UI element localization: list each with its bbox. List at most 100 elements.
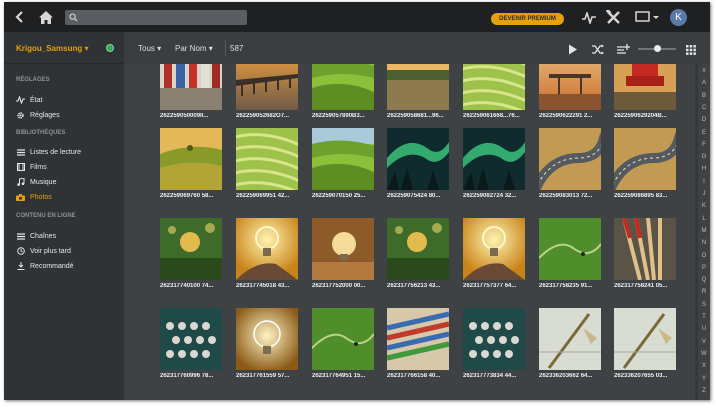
photo-thumbnail[interactable] [614, 64, 676, 110]
alphabet-letter[interactable]: S [700, 302, 708, 308]
photo-thumbnail[interactable] [312, 308, 374, 370]
photo-thumbnail[interactable] [312, 128, 374, 190]
photo-tile[interactable]: 262259069760 58... [160, 128, 222, 199]
alphabet-letter[interactable]: R [700, 289, 708, 295]
sidebar-item-etat[interactable]: État [16, 94, 116, 106]
photo-thumbnail[interactable] [236, 64, 298, 110]
photo-thumbnail[interactable] [614, 218, 676, 280]
photo-tile[interactable]: 2622590622291 2... [539, 64, 601, 119]
sidebar-item-playlists[interactable]: Listes de lecture [16, 146, 116, 158]
photo-thumbnail[interactable] [160, 218, 222, 280]
alphabet-letter[interactable]: P [700, 265, 708, 271]
alphabet-letter[interactable]: X [700, 363, 708, 369]
alphabet-letter[interactable]: W [700, 351, 708, 357]
photo-thumbnail[interactable] [614, 128, 676, 190]
photo-thumbnail[interactable] [539, 64, 601, 110]
photo-tile[interactable]: 262317764951 15... [312, 308, 374, 379]
cast-icon[interactable] [634, 10, 660, 24]
photo-tile[interactable]: 262259061668...76... [463, 64, 525, 119]
alphabet-letter[interactable]: C [700, 105, 708, 111]
settings-tools-icon[interactable] [605, 9, 621, 25]
photo-thumbnail[interactable] [463, 308, 525, 370]
photo-thumbnail[interactable] [539, 218, 601, 280]
alphabet-letter[interactable]: E [700, 130, 708, 136]
alphabet-letter[interactable]: M [700, 228, 708, 234]
filter-dropdown[interactable]: Tous ▾ [138, 44, 161, 53]
alphabet-letter[interactable]: H [700, 166, 708, 172]
photo-thumbnail[interactable] [387, 308, 449, 370]
photo-thumbnail[interactable] [236, 218, 298, 280]
photo-tile[interactable]: 262317757377 64... [463, 218, 525, 289]
photo-tile[interactable]: 262336203662 64... [539, 308, 601, 379]
photo-thumbnail[interactable] [463, 128, 525, 190]
alphabet-letter[interactable]: N [700, 240, 708, 246]
alphabet-letter[interactable]: F [700, 142, 708, 148]
photo-thumbnail[interactable] [387, 218, 449, 280]
search-input[interactable] [81, 10, 241, 25]
alphabet-letter[interactable]: B [700, 93, 708, 99]
photo-thumbnail[interactable] [539, 128, 601, 190]
photo-tile[interactable]: 262259069951 42... [236, 128, 298, 199]
photo-thumbnail[interactable] [463, 218, 525, 280]
photo-thumbnail[interactable] [387, 64, 449, 110]
photo-tile[interactable]: 262259083013 72... [539, 128, 601, 199]
sidebar-item-recommended[interactable]: Recommandé [16, 260, 116, 272]
photo-thumbnail[interactable] [614, 308, 676, 370]
alphabet-letter[interactable]: G [700, 154, 708, 160]
photo-thumbnail[interactable] [160, 64, 222, 110]
sidebar-item-watch-later[interactable]: Voir plus tard [16, 245, 116, 257]
alphabet-letter[interactable]: U [700, 326, 708, 332]
sidebar-item-films[interactable]: Films [16, 161, 116, 173]
server-selector[interactable]: Krigou_Samsung ▾ [4, 32, 124, 64]
photo-tile[interactable]: 262259075424 80... [387, 128, 449, 199]
photo-tile[interactable]: 262259070150 25... [312, 128, 374, 199]
sort-dropdown[interactable]: Par Nom ▾ [175, 44, 213, 53]
alphabet-letter[interactable]: I [700, 179, 708, 185]
photo-tile[interactable]: 262317758235 91... [539, 218, 601, 289]
photo-tile[interactable]: 262317752000 00... [312, 218, 374, 289]
photo-tile[interactable]: 262317761559 57... [236, 308, 298, 379]
sidebar-item-musique[interactable]: Musique [16, 176, 116, 188]
photo-tile[interactable]: 262317745018 43... [236, 218, 298, 289]
photo-tile[interactable]: 2622590629204B... [614, 64, 676, 119]
alphabet-letter[interactable]: T [700, 314, 708, 320]
photo-tile[interactable]: 262259057890B3... [312, 64, 374, 119]
alphabet-letter[interactable]: Z [700, 388, 708, 394]
photo-tile[interactable]: 262317766158 40... [387, 308, 449, 379]
premium-button[interactable]: DEVENIR PREMIUM [491, 13, 564, 25]
alphabet-letter[interactable]: D [700, 117, 708, 123]
search-bar[interactable] [65, 10, 247, 25]
shuffle-icon[interactable] [592, 42, 604, 60]
photo-tile[interactable]: 262259058681...96... [387, 64, 449, 119]
alphabet-letter[interactable]: K [700, 203, 708, 209]
sidebar-item-photos[interactable]: Photos [16, 191, 116, 203]
photo-tile[interactable]: 262336207655 03... [614, 308, 676, 379]
alphabet-letter[interactable]: V [700, 339, 708, 345]
play-icon[interactable] [568, 42, 578, 60]
alphabet-letter[interactable]: # [700, 68, 708, 74]
photo-thumbnail[interactable] [160, 308, 222, 370]
photo-tile[interactable]: 262317756213 43... [387, 218, 449, 289]
photo-tile[interactable]: 262259052682O7... [236, 64, 298, 119]
photo-thumbnail[interactable] [236, 308, 298, 370]
scrollbar[interactable] [695, 64, 698, 400]
alphabet-letter[interactable]: A [700, 80, 708, 86]
alphabet-letter[interactable]: J [700, 191, 708, 197]
photo-thumbnail[interactable] [463, 64, 525, 110]
avatar[interactable]: K [670, 9, 687, 26]
photo-thumbnail[interactable] [236, 128, 298, 190]
photo-thumbnail[interactable] [160, 128, 222, 190]
playlist-add-icon[interactable] [617, 42, 630, 60]
photo-thumbnail[interactable] [387, 128, 449, 190]
back-arrow-icon[interactable] [13, 10, 27, 24]
alphabet-letter[interactable]: Q [700, 277, 708, 283]
photo-tile[interactable]: 262259086895 83... [614, 128, 676, 199]
server-name[interactable]: Krigou_Samsung ▾ [16, 44, 88, 53]
alphabet-letter[interactable]: Y [700, 376, 708, 382]
photo-thumbnail[interactable] [539, 308, 601, 370]
grid-view-icon[interactable] [686, 42, 696, 60]
photo-thumbnail[interactable] [312, 218, 374, 280]
sidebar-item-chaines[interactable]: Chaînes [16, 230, 116, 242]
photo-thumbnail[interactable] [312, 64, 374, 110]
photo-tile[interactable]: 262259050009II... [160, 64, 222, 119]
